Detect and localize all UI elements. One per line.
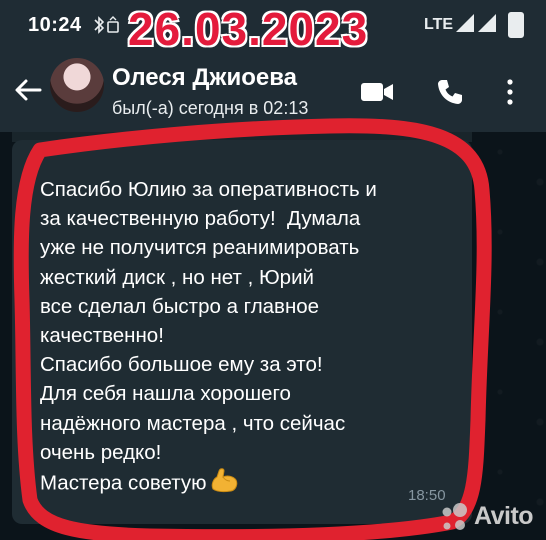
avito-brand: Avito — [474, 502, 534, 530]
date-overlay: 26.03.2023 — [127, 2, 369, 56]
avatar[interactable] — [50, 58, 104, 112]
signal-icon — [456, 14, 474, 32]
more-vert-icon[interactable] — [504, 78, 516, 111]
chat-header: Олеся Джиоева был(-а) сегодня в 02:13 — [0, 52, 546, 132]
bluetooth-icon — [92, 15, 122, 40]
status-bar: 10:24 26.03.2023 LTE — [0, 0, 546, 56]
status-time: 10:24 — [28, 14, 82, 36]
back-arrow-icon[interactable] — [12, 74, 44, 106]
signal-icon — [478, 14, 496, 32]
battery-icon — [508, 12, 524, 38]
network-type: LTE — [424, 16, 454, 33]
avito-watermark: Avito — [440, 500, 546, 532]
flexed-biceps-icon — [209, 467, 239, 501]
message-body: Спасибо Юлию за оперативность и за качес… — [40, 178, 377, 495]
message-text: Спасибо Юлию за оперативность и за качес… — [40, 175, 460, 501]
phone-call-icon[interactable] — [436, 78, 464, 111]
last-seen-status: был(-а) сегодня в 02:13 — [112, 98, 309, 118]
contact-name[interactable]: Олеся Джиоева — [112, 64, 297, 92]
avito-logo-icon — [442, 503, 467, 530]
video-call-icon[interactable] — [360, 80, 394, 109]
